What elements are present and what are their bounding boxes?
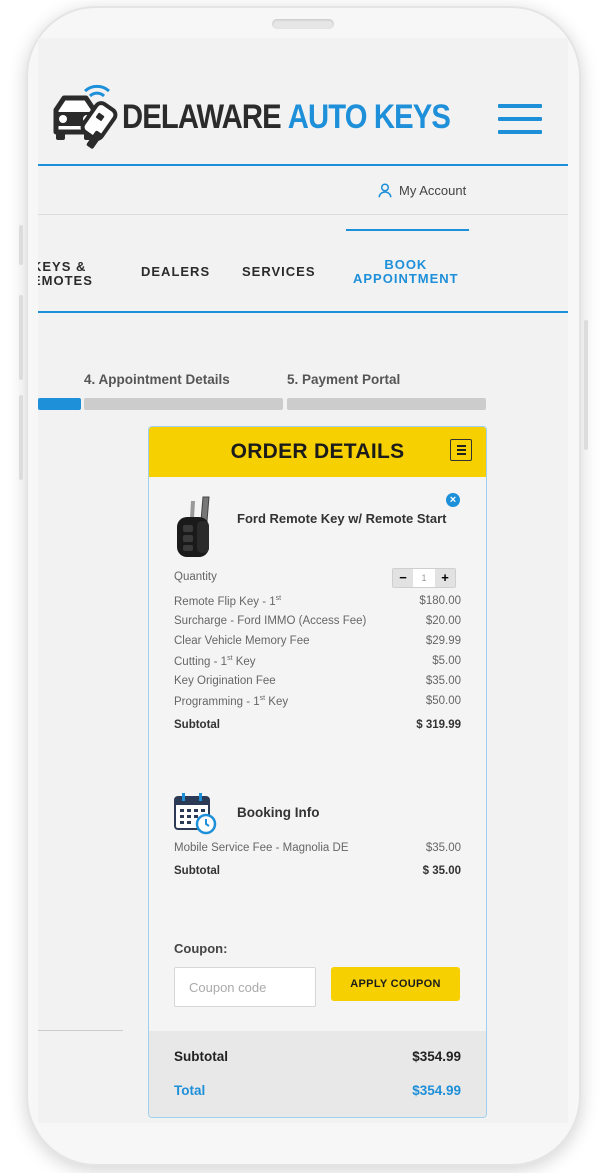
line-item-label: Programming - 1	[174, 695, 260, 708]
car-key-fob-icon	[177, 496, 210, 557]
nav-item-label: KEYS &	[38, 259, 87, 274]
step-appointment-details: 4. Appointment Details	[84, 372, 230, 387]
account-divider	[38, 214, 568, 215]
line-item: Programming - 1st Key $50.00	[174, 695, 461, 708]
booking-subtotal-row: Subtotal $ 35.00	[174, 865, 461, 877]
site-logo[interactable]: DELAWARE AUTO KEYS	[50, 84, 503, 150]
phone-side-button	[19, 295, 23, 380]
booking-line-item: Mobile Service Fee - Magnolia DE $35.00	[174, 842, 461, 854]
logo-text-delaware: DELAWARE	[122, 97, 282, 136]
booking-item-amount: $35.00	[425, 842, 461, 854]
logo-text-auto-keys: AUTO KEYS	[287, 97, 451, 136]
nav-item-book-appointment[interactable]: BOOK APPOINTMENT	[353, 258, 459, 286]
totals-total-row: Total $354.99	[174, 1083, 461, 1098]
menu-icon[interactable]	[450, 439, 472, 461]
totals-subtotal-row: Subtotal $354.99	[174, 1049, 461, 1064]
nav-item-label: DEALERS	[141, 264, 211, 279]
line-item: Surcharge - Ford IMMO (Access Fee) $20.0…	[174, 615, 461, 627]
remove-item-icon[interactable]: ×	[446, 493, 460, 507]
quantity-value[interactable]: 1	[413, 569, 435, 587]
line-item: Clear Vehicle Memory Fee $29.99	[174, 635, 461, 647]
line-item-label-suffix: Key	[265, 695, 289, 708]
screen: DELAWAREAUTO KEYS My Account KEYS & EMOT…	[38, 38, 568, 1123]
user-icon	[378, 183, 392, 198]
phone-side-button	[19, 395, 23, 480]
totals-total-label: Total	[174, 1083, 206, 1098]
progress-bar-step4	[84, 398, 283, 410]
line-item-amount: $50.00	[425, 695, 461, 707]
totals-subtotal-label: Subtotal	[174, 1049, 228, 1064]
divider	[38, 1030, 123, 1031]
progress-bar-step5	[287, 398, 486, 410]
calendar-icon	[174, 793, 217, 835]
nav-item-label: EMOTES	[38, 273, 93, 288]
nav-item-keys-remotes[interactable]: KEYS & EMOTES	[38, 260, 93, 288]
line-item-label: Clear Vehicle Memory Fee	[174, 635, 310, 647]
line-item-amount: $5.00	[432, 655, 461, 667]
totals-subtotal-value: $354.99	[412, 1049, 461, 1064]
line-item-amount: $20.00	[425, 615, 461, 627]
line-item-sup: st	[275, 595, 282, 602]
subtotal-label: Subtotal	[174, 719, 220, 731]
line-item: Cutting - 1st Key $5.00	[174, 655, 461, 668]
order-details-header: ORDER DETAILS	[149, 427, 486, 477]
hamburger-menu-icon[interactable]	[498, 104, 542, 134]
product-name: Ford Remote Key w/ Remote Start	[237, 511, 447, 526]
line-item-amount: $180.00	[419, 595, 461, 607]
order-details-title: ORDER DETAILS	[230, 440, 405, 463]
booking-subtotal-label: Subtotal	[174, 865, 220, 877]
nav-divider	[38, 311, 568, 313]
booking-subtotal-value: $ 35.00	[422, 865, 461, 877]
line-item-label: Remote Flip Key - 1	[174, 595, 276, 608]
car-key-logo-icon	[53, 84, 118, 149]
active-nav-indicator	[346, 229, 469, 231]
nav-item-label: APPOINTMENT	[353, 271, 459, 286]
totals-total-value: $354.99	[412, 1083, 461, 1098]
phone-side-button	[19, 225, 23, 265]
booking-item-label: Mobile Service Fee - Magnolia DE	[174, 842, 349, 854]
progress-bar-filled	[38, 398, 81, 410]
quantity-stepper[interactable]: − 1 +	[392, 568, 456, 588]
line-item: Key Origination Fee $35.00	[174, 675, 461, 687]
booking-info-title: Booking Info	[237, 805, 320, 820]
my-account-link[interactable]: My Account	[378, 183, 466, 198]
line-item-label-suffix: Key	[232, 655, 256, 668]
coupon-label: Coupon:	[174, 941, 228, 956]
order-details-card: ORDER DETAILS Ford Remote Key w/ Remote …	[148, 426, 487, 1118]
nav-item-label: SERVICES	[242, 264, 316, 279]
decrease-quantity-button[interactable]: −	[393, 569, 413, 587]
nav-item-dealers[interactable]: DEALERS	[141, 265, 210, 279]
nav-item-services[interactable]: SERVICES	[242, 265, 316, 279]
increase-quantity-button[interactable]: +	[435, 569, 455, 587]
phone-speaker	[272, 19, 334, 29]
subtotal-row: Subtotal $ 319.99	[174, 719, 461, 731]
line-item-amount: $29.99	[425, 635, 461, 647]
line-item-amount: $35.00	[425, 675, 461, 687]
line-item: Remote Flip Key - 1st $180.00	[174, 595, 461, 608]
header-divider	[38, 164, 568, 166]
nav-item-label: BOOK	[384, 257, 428, 272]
line-item-label: Surcharge - Ford IMMO (Access Fee)	[174, 615, 367, 627]
coupon-code-input[interactable]	[174, 967, 316, 1007]
step-payment-portal: 5. Payment Portal	[287, 372, 401, 387]
order-totals: Subtotal $354.99 Total $354.99	[149, 1031, 486, 1117]
quantity-label: Quantity	[174, 571, 217, 583]
line-item-label: Key Origination Fee	[174, 675, 276, 687]
my-account-label: My Account	[399, 183, 467, 198]
phone-side-button	[584, 320, 588, 450]
subtotal-value: $ 319.99	[416, 719, 461, 731]
apply-coupon-button[interactable]: APPLY COUPON	[331, 967, 460, 1001]
line-item-label: Cutting - 1	[174, 655, 228, 668]
